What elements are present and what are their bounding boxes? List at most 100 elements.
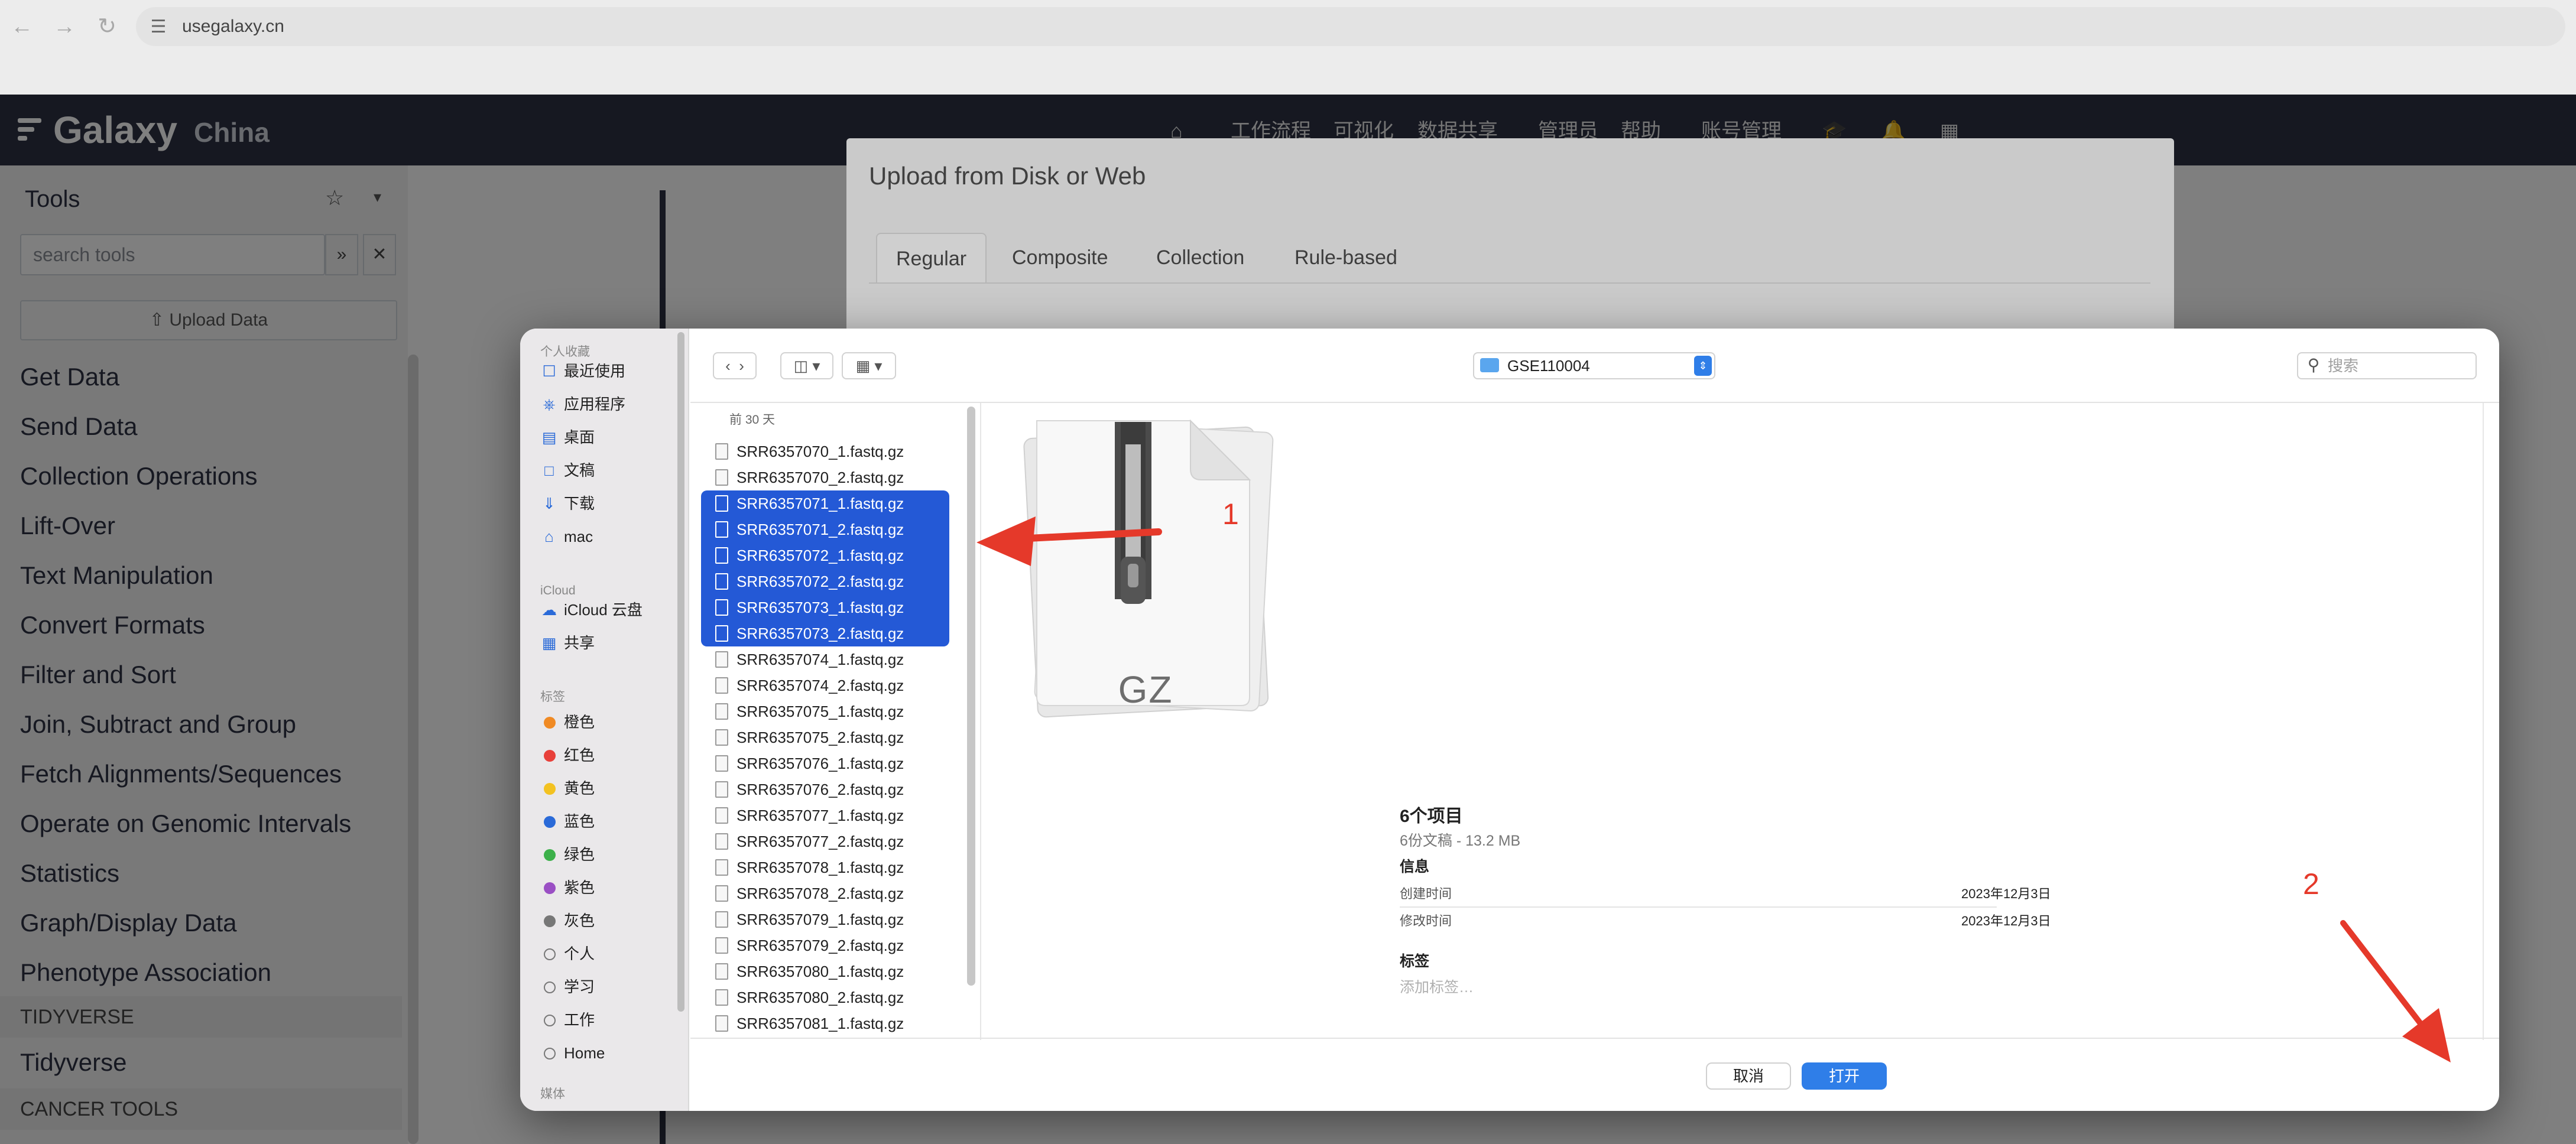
file-row-selected[interactable]: SRR6357071_1.fastq.gz	[701, 490, 949, 516]
file-name: SRR6357079_2.fastq.gz	[737, 937, 904, 954]
file-row-selected[interactable]: SRR6357073_2.fastq.gz	[701, 620, 949, 646]
back-forward-buttons[interactable]: ‹ ›	[713, 352, 757, 379]
file-row[interactable]: SRR6357076_2.fastq.gz	[701, 776, 949, 802]
sidebar-scrollbar[interactable]	[677, 332, 684, 1012]
file-name: SRR6357077_1.fastq.gz	[737, 807, 904, 824]
tab-collection[interactable]: Collection	[1137, 233, 1263, 282]
sidebar-tag-orange[interactable]: 橙色	[539, 709, 595, 735]
info-heading: 信息	[1400, 859, 1430, 875]
sidebar-item-desktop[interactable]: ▤ 桌面	[539, 424, 595, 450]
file-row[interactable]: SRR6357070_1.fastq.gz	[701, 438, 949, 464]
preview-right-divider	[2483, 403, 2484, 1040]
reload-icon[interactable]: ↻	[92, 12, 122, 41]
file-row[interactable]: SRR6357074_1.fastq.gz	[701, 646, 949, 672]
document-icon: □	[544, 462, 554, 479]
file-row[interactable]: SRR6357070_2.fastq.gz	[701, 464, 949, 490]
file-icon	[715, 729, 728, 746]
tab-rule-based[interactable]: Rule-based	[1276, 233, 1416, 282]
sidebar-item-home[interactable]: ⌂ mac	[539, 524, 593, 550]
media-group-label: 媒体	[540, 1087, 565, 1101]
modified-label: 修改时间	[1400, 914, 1452, 928]
cloud-icon: ☁	[541, 601, 557, 619]
add-tags-field[interactable]: 添加标签…	[1400, 977, 1474, 997]
sidebar-tag-home[interactable]: Home	[539, 1040, 605, 1066]
file-row-selected[interactable]: SRR6357072_1.fastq.gz	[701, 542, 949, 568]
file-row[interactable]: SRR6357074_2.fastq.gz	[701, 672, 949, 698]
file-icon	[715, 677, 728, 694]
tab-composite[interactable]: Composite	[993, 233, 1127, 282]
sidebar-tag-work[interactable]: 工作	[539, 1007, 595, 1033]
sidebar-item-documents[interactable]: □ 文稿	[539, 457, 595, 483]
red-tag-icon	[544, 750, 556, 762]
sidebar-item-shared[interactable]: ▦ 共享	[539, 630, 595, 656]
sidebar-item-label: mac	[564, 528, 593, 545]
file-name: SRR6357076_2.fastq.gz	[737, 781, 904, 798]
file-name: SRR6357081_1.fastq.gz	[737, 1015, 904, 1032]
file-name: SRR6357070_2.fastq.gz	[737, 469, 904, 486]
file-row-selected[interactable]: SRR6357071_2.fastq.gz	[701, 516, 949, 542]
sidebar-item-icloud-drive[interactable]: ☁ iCloud 云盘	[539, 597, 643, 623]
file-row[interactable]: SRR6357077_1.fastq.gz	[701, 802, 949, 828]
download-icon: ⇓	[543, 495, 556, 512]
sidebar-item-recents[interactable]: ☐ 最近使用	[539, 358, 625, 384]
url-text[interactable]: usegalaxy.cn	[182, 13, 284, 40]
file-icon	[715, 703, 728, 720]
file-row-selected[interactable]: SRR6357073_1.fastq.gz	[701, 594, 949, 620]
folder-path-popup[interactable]: GSE110004	[1473, 352, 1715, 379]
sidebar-tag-purple[interactable]: 紫色	[539, 875, 595, 901]
purple-tag-icon	[544, 882, 556, 894]
file-icon	[715, 1015, 728, 1032]
file-icon	[715, 885, 728, 902]
address-bar[interactable]	[136, 7, 2565, 46]
file-row[interactable]: SRR6357075_1.fastq.gz	[701, 698, 949, 724]
file-row[interactable]: SRR6357081_1.fastq.gz	[701, 1010, 949, 1036]
file-row[interactable]: SRR6357077_2.fastq.gz	[701, 828, 949, 854]
file-row[interactable]: SRR6357078_2.fastq.gz	[701, 880, 949, 906]
file-name: SRR6357074_1.fastq.gz	[737, 651, 904, 668]
file-row[interactable]: SRR6357079_2.fastq.gz	[701, 932, 949, 958]
file-row[interactable]: SRR6357078_1.fastq.gz	[701, 854, 949, 880]
sidebar-item-label: 桌面	[564, 428, 595, 446]
sidebar-item-applications[interactable]: ⎈ 应用程序	[539, 391, 625, 417]
cancel-button[interactable]: 取消	[1706, 1062, 1791, 1090]
archive-type-label: GZ	[1118, 668, 1173, 711]
tab-regular[interactable]: Regular	[876, 233, 987, 282]
file-row[interactable]: SRR6357080_1.fastq.gz	[701, 958, 949, 984]
yellow-tag-icon	[544, 783, 556, 795]
sidebar-tag-blue[interactable]: 蓝色	[539, 808, 595, 834]
file-row[interactable]: SRR6357079_1.fastq.gz	[701, 906, 949, 932]
sidebar-item-label: iCloud 云盘	[564, 601, 643, 619]
file-row[interactable]: SRR6357076_1.fastq.gz	[701, 750, 949, 776]
sidebar-item-label: 共享	[564, 634, 595, 652]
file-name: SRR6357072_2.fastq.gz	[737, 573, 904, 590]
file-list-scrollbar[interactable]	[967, 407, 975, 986]
sidebar-tag-red[interactable]: 红色	[539, 742, 595, 768]
column-divider	[980, 403, 981, 1040]
column-view-icon[interactable]: ◫ ▾	[780, 352, 833, 379]
selection-size: 6份文稿 - 13.2 MB	[1400, 833, 1521, 849]
file-row[interactable]: SRR6357080_2.fastq.gz	[701, 984, 949, 1010]
file-row-selected[interactable]: SRR6357072_2.fastq.gz	[701, 568, 949, 594]
forward-icon[interactable]: →	[50, 12, 79, 41]
home-icon: ⌂	[544, 528, 554, 545]
file-icon	[715, 859, 728, 876]
open-button[interactable]: 打开	[1802, 1062, 1887, 1090]
sidebar-tag-personal[interactable]: 个人	[539, 941, 595, 967]
sidebar-item-label: 红色	[564, 746, 595, 764]
applications-icon: ⎈	[543, 395, 556, 413]
sidebar-item-label: Home	[564, 1044, 605, 1062]
group-by-icon[interactable]: ▦ ▾	[842, 352, 896, 379]
back-icon[interactable]: ←	[7, 12, 37, 41]
file-icon	[715, 755, 728, 772]
popup-stepper-icon[interactable]: ⇕	[1694, 356, 1712, 376]
file-list-header: 前 30 天	[729, 413, 776, 427]
site-info-icon[interactable]: ☰	[147, 15, 170, 39]
sidebar-tag-study[interactable]: 学习	[539, 974, 595, 1000]
sidebar-tag-green[interactable]: 绿色	[539, 841, 595, 867]
sidebar-tag-yellow[interactable]: 黄色	[539, 775, 595, 801]
sidebar-item-downloads[interactable]: ⇓ 下载	[539, 490, 595, 516]
file-icon	[715, 469, 728, 486]
file-row[interactable]: SRR6357075_2.fastq.gz	[701, 724, 949, 750]
selection-count: 6个项目	[1400, 807, 1463, 826]
sidebar-tag-gray[interactable]: 灰色	[539, 908, 595, 934]
